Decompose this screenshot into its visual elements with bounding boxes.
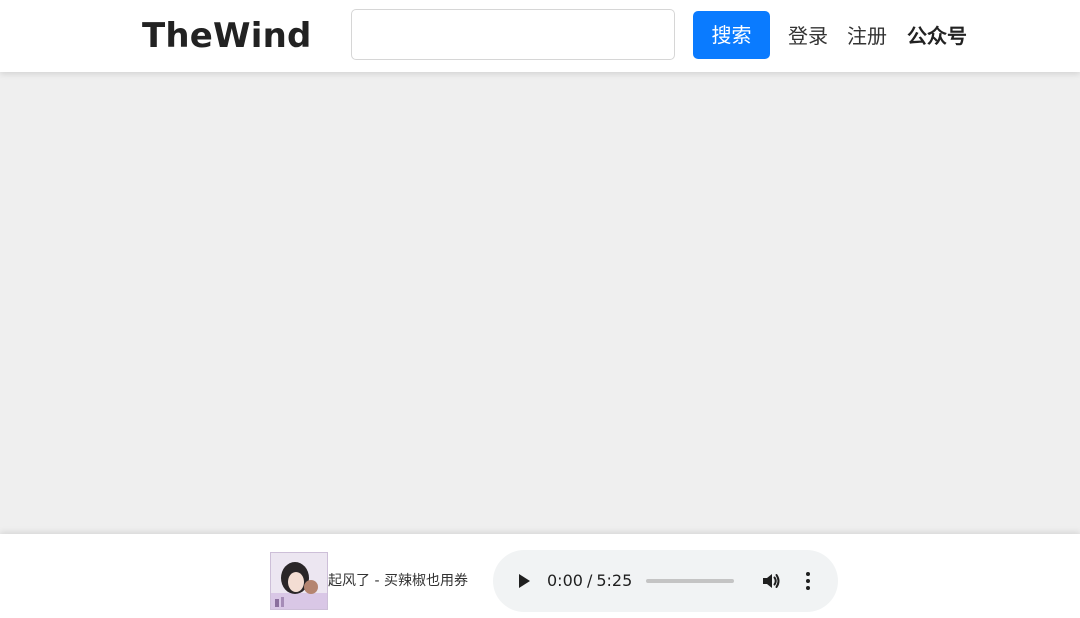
- current-time: 0:00: [547, 571, 583, 590]
- audio-player: 0:00/5:25: [493, 550, 838, 612]
- volume-icon: [763, 574, 780, 588]
- song-title: 起风了 - 买辣椒也用券: [328, 573, 468, 589]
- progress-slider[interactable]: [646, 579, 734, 583]
- login-link[interactable]: 登录: [788, 22, 828, 50]
- duration: 5:25: [596, 571, 633, 590]
- volume-button[interactable]: [760, 570, 782, 592]
- top-navigation-bar: TheWind 搜索 登录 注册 公众号: [0, 0, 1080, 72]
- search-button[interactable]: 搜索: [693, 11, 770, 59]
- more-options-button[interactable]: [798, 570, 818, 592]
- brand-logo[interactable]: TheWind: [142, 14, 312, 58]
- time-display: 0:00/5:25: [547, 571, 632, 591]
- play-button[interactable]: [515, 572, 533, 590]
- play-icon: [519, 574, 530, 588]
- search-input[interactable]: [351, 9, 675, 60]
- official-account-link[interactable]: 公众号: [907, 22, 967, 50]
- more-options-icon: [806, 572, 810, 590]
- album-cover[interactable]: [270, 552, 328, 610]
- album-cover-art: [271, 553, 327, 609]
- register-link[interactable]: 注册: [847, 22, 887, 50]
- time-separator: /: [586, 571, 593, 590]
- music-player-bar: 起风了 - 买辣椒也用券 0:00/5:25: [0, 534, 1080, 618]
- main-content-area: [0, 72, 1080, 534]
